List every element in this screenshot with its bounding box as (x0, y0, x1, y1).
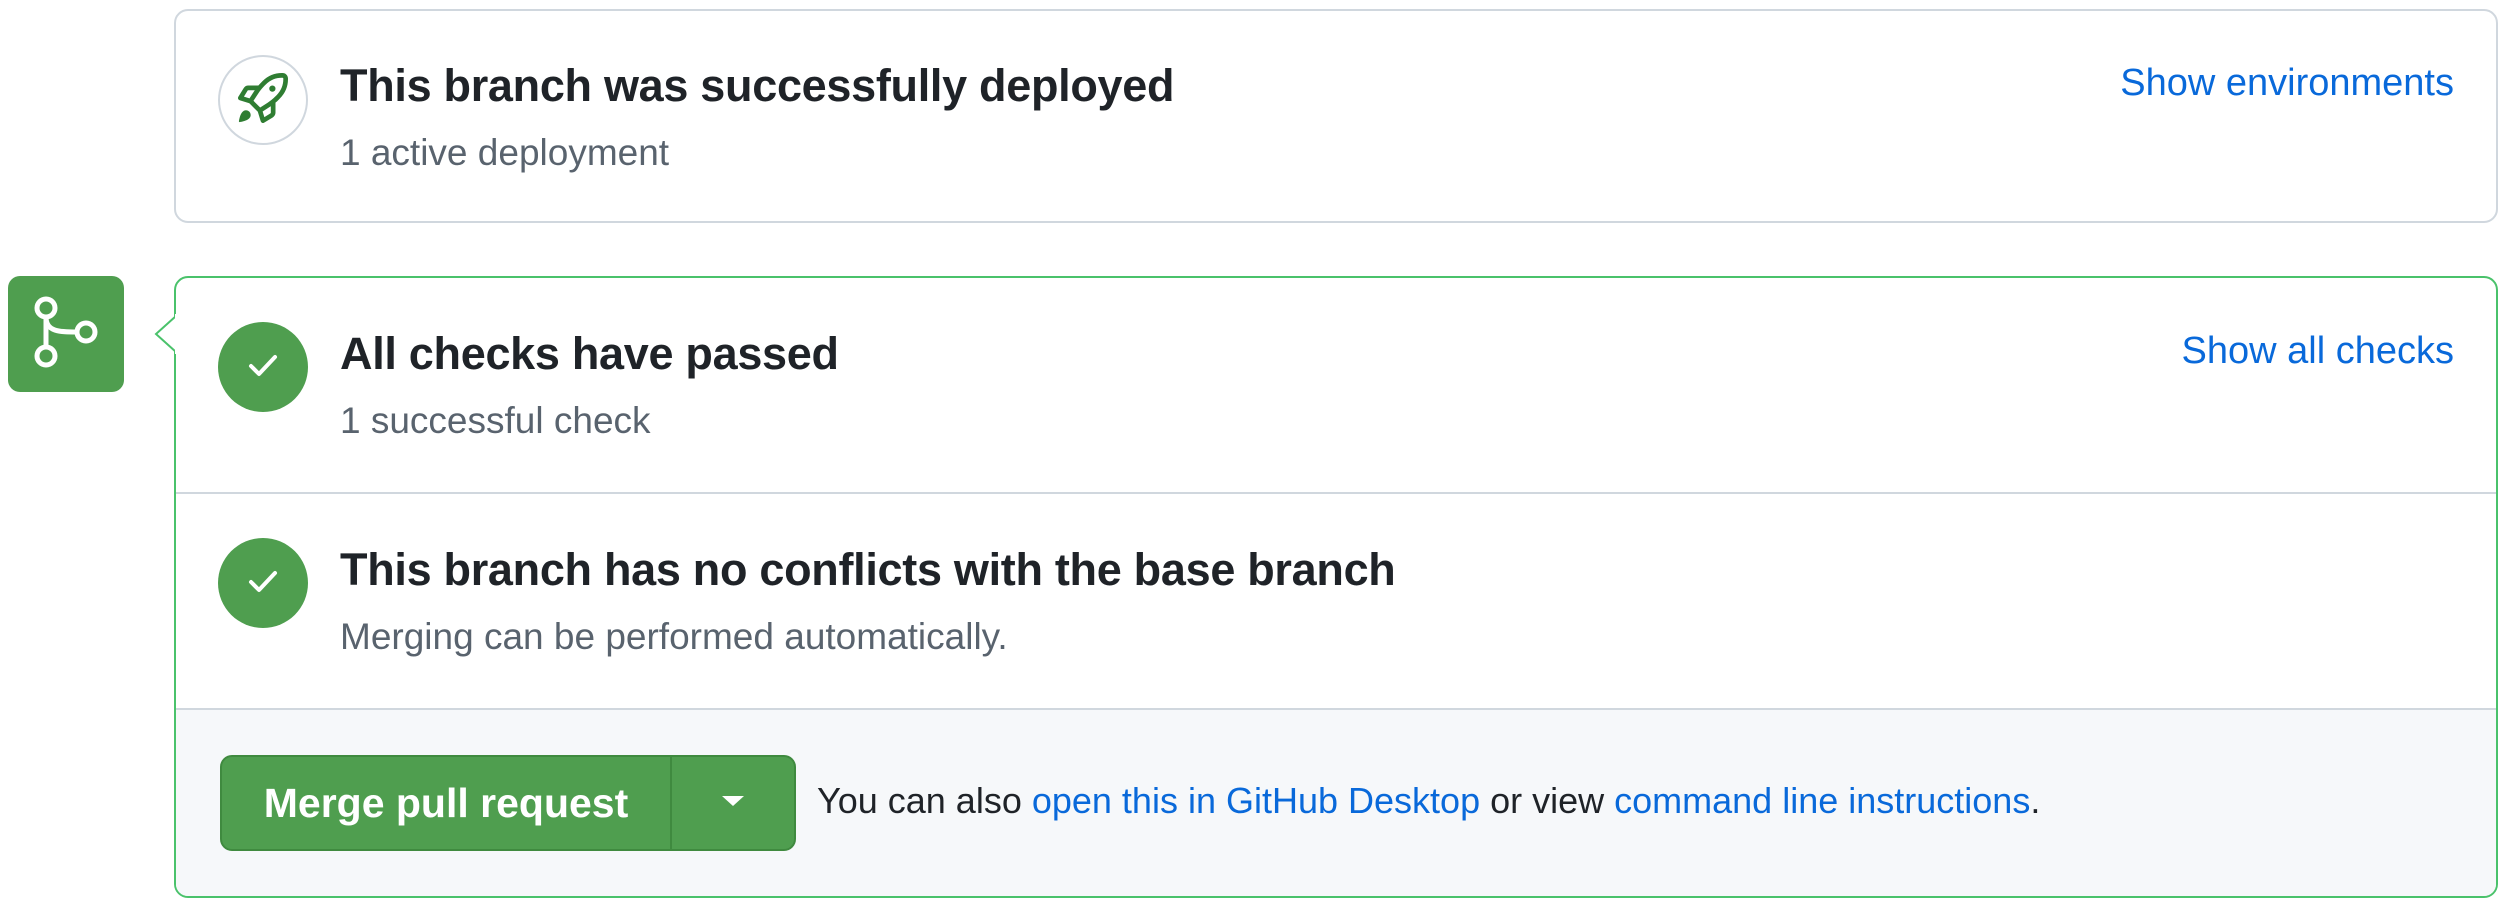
divider (176, 492, 2496, 494)
deployment-subtitle: 1 active deployment (340, 132, 670, 173)
rocket-icon-circle (218, 55, 308, 145)
checks-subtitle: 1 successful check (340, 400, 651, 441)
conflicts-title: This branch has no conflicts with the ba… (340, 544, 1396, 595)
footer-text-middle: or view (1480, 780, 1615, 821)
show-environments-link[interactable]: Show environments (2120, 62, 2454, 105)
deployment-title: This branch was successfully deployed (340, 60, 1175, 111)
show-all-checks-link[interactable]: Show all checks (2182, 330, 2454, 373)
merge-alternatives-text: You can also open this in GitHub Desktop… (817, 780, 2040, 822)
checks-title: All checks have passed (340, 328, 839, 379)
open-github-desktop-link[interactable]: open this in GitHub Desktop (1032, 780, 1480, 821)
checks-status (218, 322, 308, 412)
merge-pull-request-button[interactable]: Merge pull request (222, 757, 672, 849)
git-branch-icon (26, 292, 106, 377)
conflicts-subtitle: Merging can be performed automatically. (340, 616, 1008, 657)
conflicts-status (218, 538, 308, 628)
merge-method-dropdown[interactable] (672, 757, 794, 849)
footer-text-prefix: You can also (817, 780, 1032, 821)
merge-box-pointer (154, 314, 178, 354)
git-branch-badge (8, 276, 124, 392)
command-line-instructions-link[interactable]: command line instructions (1614, 780, 2030, 821)
rocket-icon (237, 72, 288, 128)
caret-down-icon (720, 794, 746, 813)
check-icon (241, 343, 285, 392)
check-icon (241, 559, 285, 608)
deployment-box (174, 9, 2498, 223)
footer-text-suffix: . (2030, 780, 2041, 821)
merge-pull-request-button-group: Merge pull request (220, 755, 796, 851)
